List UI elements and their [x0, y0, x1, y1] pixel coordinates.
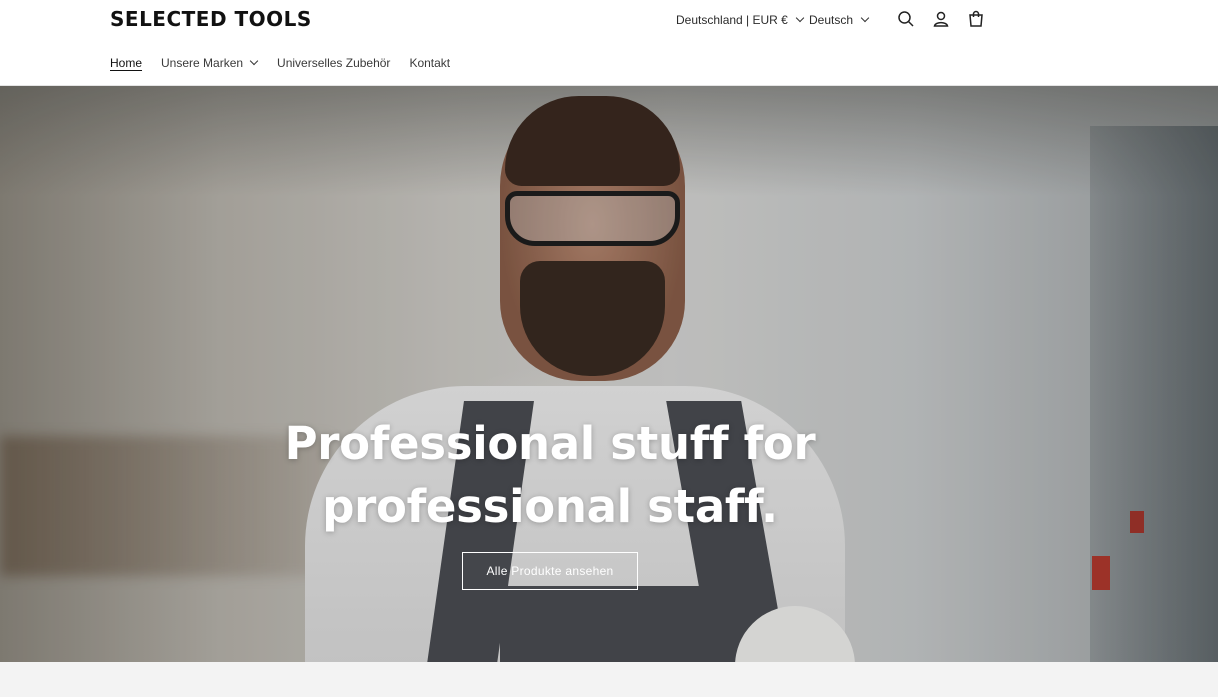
nav-item-label: Universelles Zubehör — [277, 56, 391, 70]
nav-item-label: Unsere Marken — [161, 56, 244, 70]
view-all-products-button[interactable]: Alle Produkte ansehen — [462, 552, 638, 590]
nav-item-label: Home — [110, 56, 143, 70]
chevron-down-icon — [251, 58, 258, 65]
hero-title-line: Professional stuff for — [284, 417, 816, 470]
account-icon[interactable] — [931, 9, 951, 29]
logo[interactable]: SELECTED TOOLS — [110, 7, 312, 31]
nav-item-universelles-zubehoer[interactable]: Universelles Zubehör — [277, 56, 390, 70]
main-nav: Home Unsere Marken Universelles Zubehör … — [110, 55, 469, 71]
language-selector[interactable]: Deutsch — [809, 12, 869, 28]
cart-icon[interactable] — [966, 9, 986, 29]
hero-banner: Professional stuff for professional staf… — [0, 86, 1218, 662]
language-selector-label: Deutsch — [809, 13, 854, 27]
nav-item-unsere-marken[interactable]: Unsere Marken — [161, 56, 258, 70]
chevron-down-icon — [862, 15, 869, 22]
hero-title: Professional stuff for professional staf… — [0, 412, 1100, 538]
chevron-down-icon — [797, 15, 804, 22]
next-section — [0, 662, 1218, 697]
nav-item-home[interactable]: Home — [110, 56, 142, 70]
site-header: SELECTED TOOLS Deutschland | EUR € Deuts… — [0, 0, 1218, 86]
nav-item-label: Kontakt — [409, 56, 451, 70]
hero-title-line: professional staff. — [322, 480, 778, 533]
search-icon[interactable] — [896, 9, 916, 29]
country-selector-label: Deutschland | EUR € — [676, 13, 788, 27]
nav-item-kontakt[interactable]: Kontakt — [409, 56, 450, 70]
country-selector[interactable]: Deutschland | EUR € — [676, 12, 804, 28]
